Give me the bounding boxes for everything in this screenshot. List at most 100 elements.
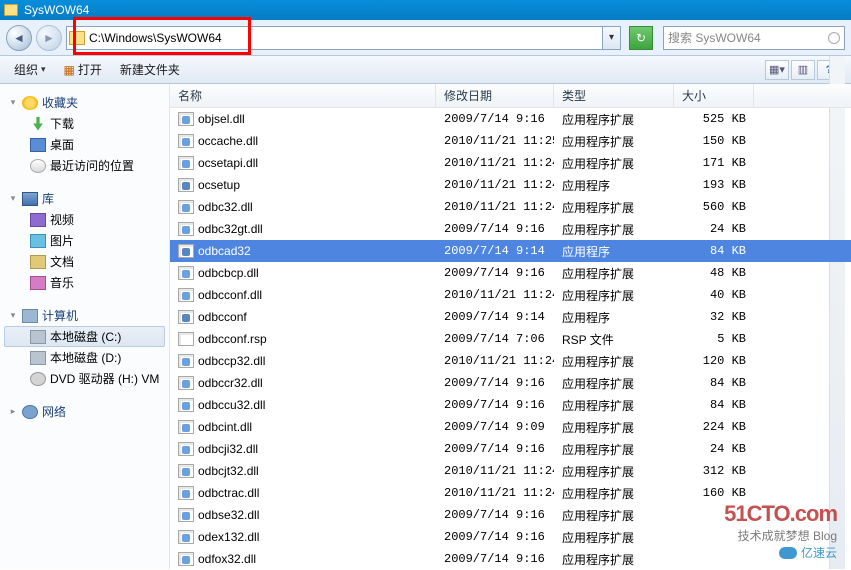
file-type: 应用程序扩展	[554, 507, 674, 524]
file-row[interactable]: odfox32.dll2009/7/14 9:16应用程序扩展	[170, 548, 851, 570]
file-row[interactable]: odbccu32.dll2009/7/14 9:16应用程序扩展84 KB	[170, 394, 851, 416]
sidebar-item-recent[interactable]: 最近访问的位置	[4, 155, 165, 176]
sidebar-network[interactable]: ▸网络	[4, 401, 165, 422]
file-type: 应用程序扩展	[554, 529, 674, 546]
file-icon	[178, 112, 194, 126]
new-folder-button[interactable]: 新建文件夹	[120, 61, 180, 78]
file-size: 24 KB	[674, 222, 754, 236]
title-bar: SysWOW64	[0, 0, 851, 20]
forward-button[interactable]: ►	[36, 25, 62, 51]
file-icon	[178, 420, 194, 434]
sidebar-item-desktop[interactable]: 桌面	[4, 134, 165, 155]
open-button[interactable]: ▦打开	[64, 61, 102, 78]
picture-icon	[30, 234, 46, 248]
sidebar-item-dvd[interactable]: DVD 驱动器 (H:) VM	[4, 368, 165, 389]
file-row[interactable]: odbcconf.dll2010/11/21 11:24应用程序扩展40 KB	[170, 284, 851, 306]
file-icon	[178, 332, 194, 346]
file-type: 应用程序	[554, 243, 674, 260]
file-row[interactable]: ocsetup2010/11/21 11:24应用程序193 KB	[170, 174, 851, 196]
view-mode-button[interactable]: ▦▾	[765, 60, 789, 80]
recent-icon	[30, 159, 46, 173]
file-date: 2009/7/14 9:14	[436, 244, 554, 258]
file-type: 应用程序扩展	[554, 551, 674, 568]
dvd-icon	[30, 372, 46, 386]
file-date: 2009/7/14 9:16	[436, 398, 554, 412]
video-icon	[30, 213, 46, 227]
file-list: 名称 修改日期 类型 大小 objsel.dll2009/7/14 9:16应用…	[170, 84, 851, 569]
file-row[interactable]: odbccr32.dll2009/7/14 9:16应用程序扩展84 KB	[170, 372, 851, 394]
file-icon	[178, 178, 194, 192]
file-row[interactable]: occache.dll2010/11/21 11:25应用程序扩展150 KB	[170, 130, 851, 152]
file-size: 525 KB	[674, 112, 754, 126]
nav-row: ◄ ► C:\Windows\SysWOW64 ▾ ↻ 搜索 SysWOW64	[0, 20, 851, 56]
column-date[interactable]: 修改日期	[436, 84, 554, 107]
file-name: odbcint.dll	[198, 420, 252, 434]
address-path[interactable]: C:\Windows\SysWOW64	[89, 31, 600, 45]
address-dropdown[interactable]: ▾	[603, 26, 621, 50]
sidebar-item-drive-d[interactable]: 本地磁盘 (D:)	[4, 347, 165, 368]
file-date: 2009/7/14 9:16	[436, 112, 554, 126]
file-name: odbc32gt.dll	[198, 222, 263, 236]
file-name: odbcjt32.dll	[198, 464, 259, 478]
file-row[interactable]: odbcint.dll2009/7/14 9:09应用程序扩展224 KB	[170, 416, 851, 438]
file-row[interactable]: odbse32.dll2009/7/14 9:16应用程序扩展	[170, 504, 851, 526]
sidebar-item-documents[interactable]: 文档	[4, 251, 165, 272]
file-type: 应用程序扩展	[554, 463, 674, 480]
sidebar-item-downloads[interactable]: 下载	[4, 113, 165, 134]
file-date: 2010/11/21 11:24	[436, 156, 554, 170]
column-name[interactable]: 名称	[170, 84, 436, 107]
file-icon	[178, 266, 194, 280]
organize-button[interactable]: 组织▾	[14, 61, 46, 78]
file-row[interactable]: odbcconf.rsp2009/7/14 7:06RSP 文件5 KB	[170, 328, 851, 350]
column-size[interactable]: 大小	[674, 84, 754, 107]
sidebar-item-pictures[interactable]: 图片	[4, 230, 165, 251]
sidebar-favorites[interactable]: ▾收藏夹	[4, 92, 165, 113]
file-type: 应用程序扩展	[554, 485, 674, 502]
file-row[interactable]: odex132.dll2009/7/14 9:16应用程序扩展	[170, 526, 851, 548]
file-name: odfox32.dll	[198, 552, 256, 566]
file-type: 应用程序扩展	[554, 221, 674, 238]
file-row[interactable]: odbcconf2009/7/14 9:14应用程序32 KB	[170, 306, 851, 328]
file-row[interactable]: odbc32.dll2010/11/21 11:24应用程序扩展560 KB	[170, 196, 851, 218]
file-row[interactable]: odbcji32.dll2009/7/14 9:16应用程序扩展24 KB	[170, 438, 851, 460]
sidebar: ▾收藏夹 下载 桌面 最近访问的位置 ▾库 视频 图片 文档 音乐 ▾计算机 本…	[0, 84, 170, 569]
file-row[interactable]: odbcjt32.dll2010/11/21 11:24应用程序扩展312 KB	[170, 460, 851, 482]
file-icon	[178, 156, 194, 170]
file-row[interactable]: odbcad322009/7/14 9:14应用程序84 KB	[170, 240, 851, 262]
file-icon	[178, 508, 194, 522]
sidebar-libraries[interactable]: ▾库	[4, 188, 165, 209]
file-row[interactable]: objsel.dll2009/7/14 9:16应用程序扩展525 KB	[170, 108, 851, 130]
sidebar-item-videos[interactable]: 视频	[4, 209, 165, 230]
file-type: 应用程序扩展	[554, 397, 674, 414]
preview-pane-button[interactable]: ▥	[791, 60, 815, 80]
file-row[interactable]: odbctrac.dll2010/11/21 11:24应用程序扩展160 KB	[170, 482, 851, 504]
folder-icon	[4, 4, 18, 16]
file-name: odbcad32	[198, 244, 251, 258]
column-type[interactable]: 类型	[554, 84, 674, 107]
file-name: odbccr32.dll	[198, 376, 263, 390]
file-row[interactable]: odbcbcp.dll2009/7/14 9:16应用程序扩展48 KB	[170, 262, 851, 284]
file-size: 5 KB	[674, 332, 754, 346]
file-row[interactable]: ocsetapi.dll2010/11/21 11:24应用程序扩展171 KB	[170, 152, 851, 174]
search-icon	[828, 32, 840, 44]
file-date: 2010/11/21 11:24	[436, 486, 554, 500]
library-icon	[22, 192, 38, 206]
back-button[interactable]: ◄	[6, 25, 32, 51]
file-size: 84 KB	[674, 376, 754, 390]
file-row[interactable]: odbc32gt.dll2009/7/14 9:16应用程序扩展24 KB	[170, 218, 851, 240]
file-size: 120 KB	[674, 354, 754, 368]
music-icon	[30, 276, 46, 290]
file-size: 193 KB	[674, 178, 754, 192]
sidebar-item-drive-c[interactable]: 本地磁盘 (C:)	[4, 326, 165, 347]
sidebar-computer[interactable]: ▾计算机	[4, 305, 165, 326]
file-size: 224 KB	[674, 420, 754, 434]
network-icon	[22, 405, 38, 419]
file-icon	[178, 222, 194, 236]
file-icon	[178, 354, 194, 368]
file-row[interactable]: odbccp32.dll2010/11/21 11:24应用程序扩展120 KB	[170, 350, 851, 372]
file-date: 2009/7/14 7:06	[436, 332, 554, 346]
address-bar[interactable]: C:\Windows\SysWOW64 ▾	[66, 25, 621, 51]
sidebar-item-music[interactable]: 音乐	[4, 272, 165, 293]
search-input[interactable]: 搜索 SysWOW64	[663, 26, 845, 50]
refresh-button[interactable]: ↻	[629, 26, 653, 50]
